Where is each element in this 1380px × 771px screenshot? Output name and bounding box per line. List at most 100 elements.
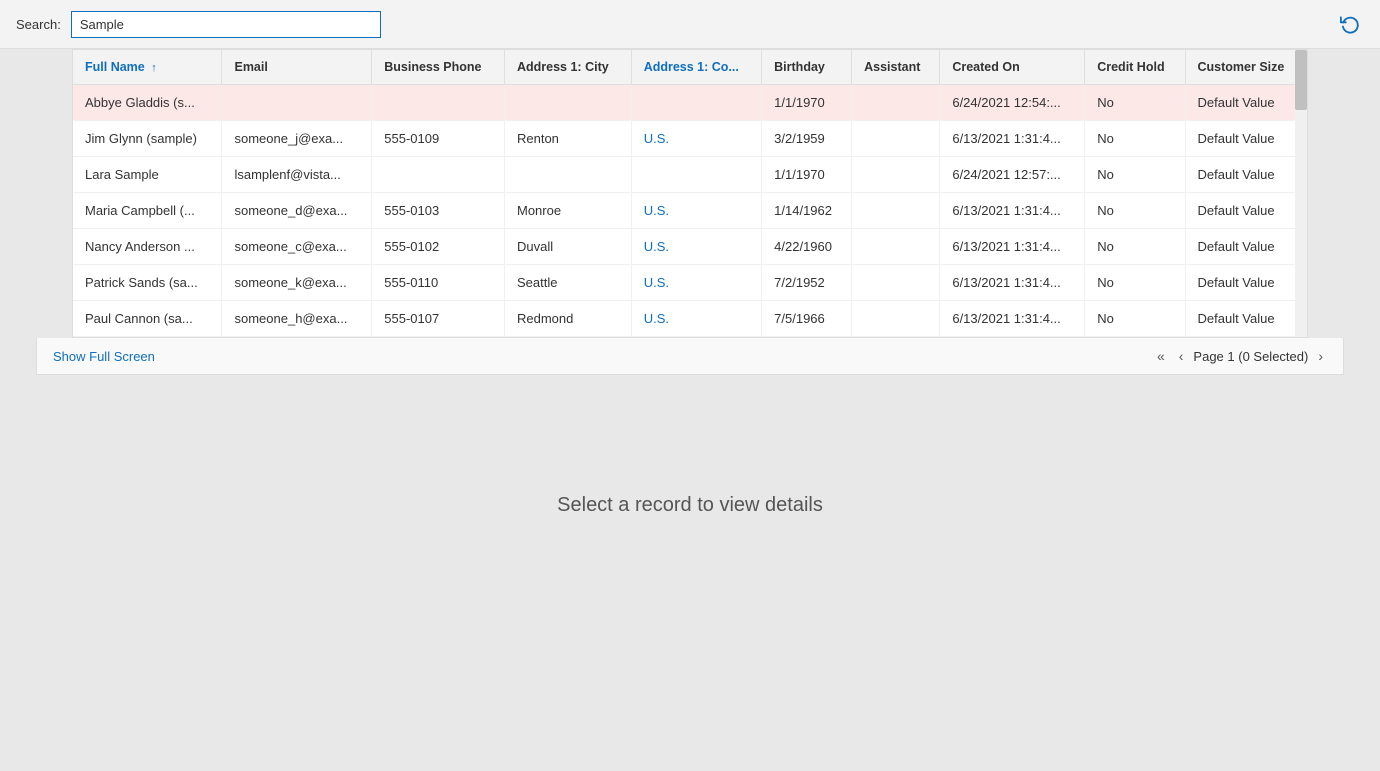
- scrollbar-thumb[interactable]: [1295, 50, 1307, 110]
- next-page-button[interactable]: ›: [1314, 346, 1327, 366]
- empty-state: Select a record to view details: [0, 375, 1380, 635]
- cell-row3-col2: 555-0103: [372, 193, 505, 229]
- cell-row2-col6: [852, 157, 940, 193]
- cell-row2-col0: Lara Sample: [73, 157, 222, 193]
- cell-row6-col9: Default Value: [1185, 301, 1307, 337]
- cell-row1-col2: 555-0109: [372, 121, 505, 157]
- prev-page-button[interactable]: ‹: [1175, 346, 1188, 366]
- cell-row4-col2: 555-0102: [372, 229, 505, 265]
- cell-row6-col7: 6/13/2021 1:31:4...: [940, 301, 1085, 337]
- cell-row6-col1: someone_h@exa...: [222, 301, 372, 337]
- cell-row5-col6: [852, 265, 940, 301]
- col-header-createdon[interactable]: Created On: [940, 50, 1085, 85]
- cell-row6-col0: Paul Cannon (sa...: [73, 301, 222, 337]
- cell-row4-col6: [852, 229, 940, 265]
- col-header-fullname[interactable]: Full Name ↑: [73, 50, 222, 85]
- cell-row5-col0: Patrick Sands (sa...: [73, 265, 222, 301]
- cell-row0-col4[interactable]: [631, 85, 761, 121]
- cell-row4-col4[interactable]: U.S.: [631, 229, 761, 265]
- cell-row4-col1: someone_c@exa...: [222, 229, 372, 265]
- cell-row3-col6: [852, 193, 940, 229]
- col-header-credithold[interactable]: Credit Hold: [1085, 50, 1185, 85]
- next-page-icon: ›: [1318, 348, 1323, 364]
- cell-row3-col4[interactable]: U.S.: [631, 193, 761, 229]
- cell-row5-col5: 7/2/1952: [762, 265, 852, 301]
- pagination: « ‹ Page 1 (0 Selected) ›: [1153, 346, 1327, 366]
- col-header-businessphone[interactable]: Business Phone: [372, 50, 505, 85]
- cell-row2-col9: Default Value: [1185, 157, 1307, 193]
- cell-row5-col7: 6/13/2021 1:31:4...: [940, 265, 1085, 301]
- cell-row0-col7: 6/24/2021 12:54:...: [940, 85, 1085, 121]
- cell-row5-col2: 555-0110: [372, 265, 505, 301]
- cell-row0-col9: Default Value: [1185, 85, 1307, 121]
- cell-row1-col0: Jim Glynn (sample): [73, 121, 222, 157]
- cell-row5-col3: Seattle: [504, 265, 631, 301]
- table-row[interactable]: Paul Cannon (sa...someone_h@exa...555-01…: [73, 301, 1307, 337]
- first-page-button[interactable]: «: [1153, 346, 1169, 366]
- table-row[interactable]: Abbye Gladdis (s... 1/1/1970 6/24/2021 12:…: [73, 85, 1307, 121]
- cell-row1-col5: 3/2/1959: [762, 121, 852, 157]
- table-row[interactable]: Nancy Anderson ...someone_c@exa...555-01…: [73, 229, 1307, 265]
- table-header-row: Full Name ↑ Email Business Phone Address…: [73, 50, 1307, 85]
- cell-row6-col2: 555-0107: [372, 301, 505, 337]
- cell-row0-col3: [504, 85, 631, 121]
- table-footer: Show Full Screen « ‹ Page 1 (0 Selected)…: [36, 338, 1344, 375]
- scrollbar-track[interactable]: [1295, 50, 1307, 337]
- cell-row1-col1: someone_j@exa...: [222, 121, 372, 157]
- table-row[interactable]: Maria Campbell (...someone_d@exa...555-0…: [73, 193, 1307, 229]
- search-label: Search:: [16, 17, 61, 32]
- refresh-button[interactable]: [1336, 10, 1364, 38]
- cell-row0-col6: [852, 85, 940, 121]
- cell-row1-col8: No: [1085, 121, 1185, 157]
- cell-row2-col7: 6/24/2021 12:57:...: [940, 157, 1085, 193]
- cell-row1-col9: Default Value: [1185, 121, 1307, 157]
- cell-row0-col5: 1/1/1970: [762, 85, 852, 121]
- col-header-customersize[interactable]: Customer Size: [1185, 50, 1307, 85]
- cell-row3-col1: someone_d@exa...: [222, 193, 372, 229]
- table-row[interactable]: Jim Glynn (sample)someone_j@exa...555-01…: [73, 121, 1307, 157]
- cell-row2-col5: 1/1/1970: [762, 157, 852, 193]
- cell-row6-col4[interactable]: U.S.: [631, 301, 761, 337]
- cell-row3-col8: No: [1085, 193, 1185, 229]
- refresh-icon: [1340, 14, 1360, 34]
- first-page-icon: «: [1157, 348, 1165, 364]
- cell-row6-col3: Redmond: [504, 301, 631, 337]
- empty-state-message: Select a record to view details: [557, 494, 823, 517]
- col-header-addresscity[interactable]: Address 1: City: [504, 50, 631, 85]
- cell-row0-col8: No: [1085, 85, 1185, 121]
- cell-row1-col3: Renton: [504, 121, 631, 157]
- col-header-birthday[interactable]: Birthday: [762, 50, 852, 85]
- cell-row5-col9: Default Value: [1185, 265, 1307, 301]
- pagination-text: Page 1 (0 Selected): [1193, 349, 1308, 364]
- show-full-screen-link[interactable]: Show Full Screen: [53, 349, 155, 364]
- cell-row0-col0: Abbye Gladdis (s...: [73, 85, 222, 121]
- cell-row5-col1: someone_k@exa...: [222, 265, 372, 301]
- cell-row1-col6: [852, 121, 940, 157]
- table-row[interactable]: Patrick Sands (sa...someone_k@exa...555-…: [73, 265, 1307, 301]
- search-input[interactable]: [71, 11, 381, 38]
- cell-row2-col2: [372, 157, 505, 193]
- cell-row0-col2: [372, 85, 505, 121]
- table-wrapper: Full Name ↑ Email Business Phone Address…: [36, 49, 1344, 338]
- cell-row3-col5: 1/14/1962: [762, 193, 852, 229]
- sort-arrow-fullname: ↑: [151, 62, 157, 74]
- cell-row2-col1: lsamplenf@vista...: [222, 157, 372, 193]
- table-row[interactable]: Lara Samplelsamplenf@vista... 1/1/1970 6/2…: [73, 157, 1307, 193]
- cell-row4-col7: 6/13/2021 1:31:4...: [940, 229, 1085, 265]
- col-header-assistant[interactable]: Assistant: [852, 50, 940, 85]
- cell-row1-col4[interactable]: U.S.: [631, 121, 761, 157]
- cell-row6-col5: 7/5/1966: [762, 301, 852, 337]
- cell-row2-col8: No: [1085, 157, 1185, 193]
- cell-row5-col4[interactable]: U.S.: [631, 265, 761, 301]
- cell-row3-col3: Monroe: [504, 193, 631, 229]
- table-container: Full Name ↑ Email Business Phone Address…: [72, 49, 1308, 338]
- col-header-addresscountry[interactable]: Address 1: Co...: [631, 50, 761, 85]
- cell-row0-col1: [222, 85, 372, 121]
- cell-row2-col4[interactable]: [631, 157, 761, 193]
- cell-row6-col6: [852, 301, 940, 337]
- col-header-email[interactable]: Email: [222, 50, 372, 85]
- cell-row4-col5: 4/22/1960: [762, 229, 852, 265]
- cell-row3-col0: Maria Campbell (...: [73, 193, 222, 229]
- cell-row4-col9: Default Value: [1185, 229, 1307, 265]
- cell-row5-col8: No: [1085, 265, 1185, 301]
